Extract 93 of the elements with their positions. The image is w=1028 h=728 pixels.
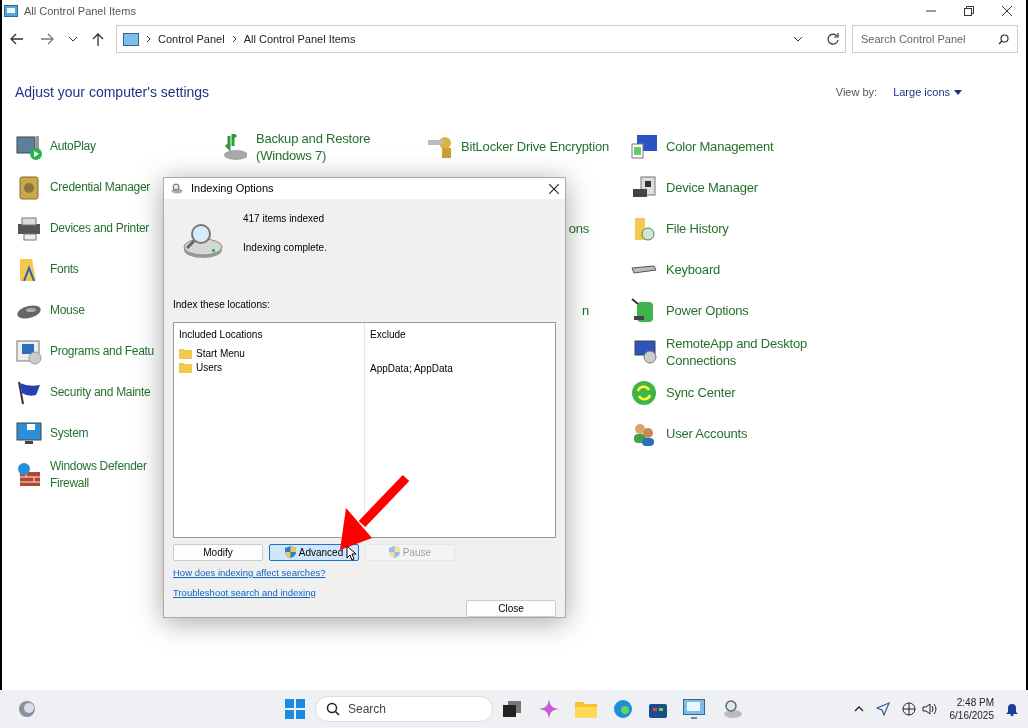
clock-date: 6/16/2025: [949, 709, 994, 722]
applet-link[interactable]: Fonts: [50, 261, 79, 278]
applet-link[interactable]: Mouse: [50, 302, 85, 319]
applet-link[interactable]: File History: [666, 220, 729, 237]
folder-icon: [179, 348, 192, 360]
flag-icon: [16, 379, 42, 406]
page-heading: Adjust your computer's settings: [15, 83, 210, 102]
control-panel-icon: [123, 32, 139, 46]
column-header[interactable]: Included Locations: [179, 327, 359, 342]
close-icon[interactable]: [549, 183, 559, 194]
chevron-up-icon[interactable]: [853, 706, 864, 712]
drive-magnifier-icon: [170, 183, 183, 195]
firewall-icon: [16, 461, 42, 488]
column-header[interactable]: Exclude: [370, 327, 550, 342]
start-icon[interactable]: [285, 699, 305, 719]
folder-icon: [179, 362, 192, 374]
applet-link[interactable]: Keyboard: [666, 261, 721, 278]
close-button[interactable]: Close: [466, 600, 556, 617]
applet-link[interactable]: Programs and Featu: [50, 343, 154, 360]
sync-icon: [631, 379, 657, 406]
back-icon[interactable]: [10, 33, 24, 45]
chevron-down-icon[interactable]: [68, 36, 78, 42]
search-field[interactable]: Search Control Panel: [852, 25, 1018, 53]
applet-link[interactable]: ons: [568, 220, 589, 237]
task-view-icon[interactable]: [503, 701, 521, 717]
drive-magnifier-icon: [181, 223, 223, 260]
speaker-icon[interactable]: [921, 702, 938, 716]
location-icon[interactable]: [875, 702, 890, 716]
printer-icon: [16, 215, 42, 242]
sparkle-icon[interactable]: [539, 699, 559, 719]
globe-icon[interactable]: [901, 702, 916, 716]
control-panel-icon[interactable]: [683, 699, 705, 719]
help-link[interactable]: How does indexing affect searches?: [173, 565, 326, 580]
taskbar-search-field[interactable]: Search: [315, 696, 493, 722]
items-indexed-count: 417 items indexed: [243, 212, 326, 227]
search-icon: [326, 702, 340, 716]
clock-time: 2:48 PM: [956, 696, 994, 709]
location-name[interactable]: Users: [196, 360, 223, 376]
color-monitor-icon: [631, 133, 657, 160]
applet-link[interactable]: Device Manager: [666, 179, 758, 196]
chevron-down-icon[interactable]: [793, 36, 803, 42]
mouse-pointer-icon: [346, 545, 356, 561]
restore-icon[interactable]: [964, 6, 974, 16]
bell-icon[interactable]: [1006, 702, 1018, 716]
backup-drive-icon: [221, 133, 247, 160]
applet-link[interactable]: Sync Center: [666, 384, 736, 401]
applet-link[interactable]: System: [50, 425, 89, 442]
view-by-label: View by:: [835, 85, 878, 101]
shield-icon: [388, 546, 400, 558]
up-icon[interactable]: [92, 32, 104, 46]
applet-link[interactable]: Color Management: [666, 138, 774, 155]
applet-link[interactable]: Security and Mainte: [50, 384, 151, 401]
locations-label: Index these locations:: [172, 298, 271, 312]
browser-icon[interactable]: [613, 699, 633, 719]
location-name[interactable]: Start Menu: [196, 346, 245, 362]
window-title: All Control Panel Items: [24, 3, 136, 19]
vault-icon: [16, 174, 42, 201]
breadcrumb-item[interactable]: All Control Panel Items: [243, 30, 356, 48]
applet-link[interactable]: Credential Manager: [50, 179, 150, 196]
exclude-value: AppData; AppData: [370, 363, 453, 374]
caret-icon: [954, 90, 962, 95]
refresh-icon[interactable]: [827, 33, 839, 45]
forward-icon[interactable]: [40, 33, 54, 45]
applet-link[interactable]: AutoPlay: [50, 138, 96, 155]
dialog-button[interactable]: Advanced: [269, 543, 359, 561]
autoplay-icon: [16, 133, 42, 160]
indexing-status: Indexing complete.: [243, 241, 327, 256]
dialog-title: Indexing Options: [191, 181, 274, 197]
applet-link[interactable]: n: [581, 302, 589, 319]
help-link[interactable]: Troubleshoot search and indexing: [173, 585, 316, 600]
search-icon: [998, 33, 1009, 45]
applet-link[interactable]: Devices and Printer: [50, 220, 149, 237]
keyboard-icon: [631, 265, 657, 274]
chevron-right-icon: [146, 35, 151, 43]
dialog-button[interactable]: Modify: [173, 543, 263, 561]
programs-icon: [16, 338, 42, 365]
weather-icon[interactable]: [18, 700, 36, 718]
address-bar[interactable]: Control Panel All Control Panel Items: [116, 25, 846, 53]
close-icon[interactable]: [1002, 6, 1012, 16]
monitor-check-icon: [16, 420, 42, 447]
chevron-right-icon: [231, 35, 237, 43]
breadcrumb-item[interactable]: Control Panel: [158, 30, 225, 48]
drive-magnifier-icon[interactable]: [721, 699, 743, 719]
remote-desktop-icon: [631, 338, 657, 365]
control-panel-icon: [4, 5, 18, 17]
shield-icon: [284, 546, 296, 558]
applet-link[interactable]: BitLocker Drive Encryption: [461, 138, 609, 155]
applet-link[interactable]: RemoteApp and Desktop Connections: [666, 334, 836, 369]
applet-link[interactable]: Power Options: [666, 302, 749, 319]
applet-link[interactable]: User Accounts: [666, 425, 748, 442]
applet-link[interactable]: Backup and Restore (Windows 7): [256, 129, 426, 164]
view-by-dropdown[interactable]: Large icons: [893, 84, 962, 101]
applet-link[interactable]: Windows Defender Firewall: [50, 457, 160, 492]
